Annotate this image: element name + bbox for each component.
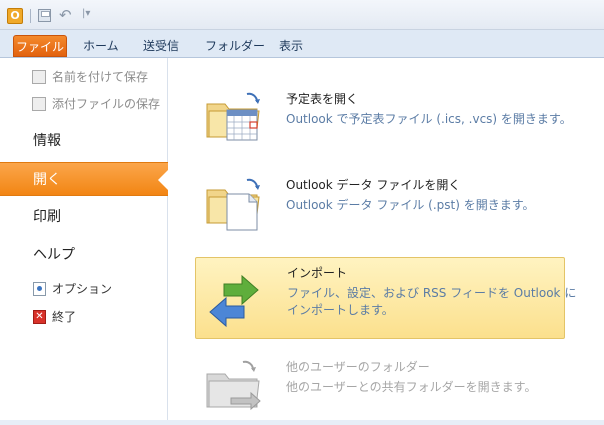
customize-toolbar-icon[interactable]: |▾ bbox=[82, 8, 90, 19]
open-calendar-title: 予定表を開く bbox=[286, 92, 359, 106]
import-desc: ファイル、設定、および RSS フィードを Outlook にインポートします。 bbox=[287, 286, 577, 317]
nav-exit-label: 終了 bbox=[52, 310, 77, 324]
nav-print[interactable]: 印刷 bbox=[0, 200, 168, 234]
nav-info-label: 情報 bbox=[33, 133, 61, 149]
other-user-folder-action[interactable]: 他のユーザーのフォルダー 他のユーザーとの共有フォルダーを開きます。 bbox=[195, 344, 565, 425]
exit-icon: ✕ bbox=[33, 310, 46, 324]
save-icon[interactable] bbox=[38, 9, 51, 22]
tab-home[interactable]: ホーム bbox=[83, 35, 119, 57]
nav-info[interactable]: 情報 bbox=[0, 124, 168, 158]
undo-icon[interactable]: ↶ bbox=[59, 6, 72, 24]
nav-open[interactable]: 開く bbox=[0, 162, 169, 196]
attachment-icon bbox=[32, 97, 46, 111]
options-icon bbox=[33, 282, 46, 296]
shared-folder-icon bbox=[206, 360, 261, 411]
tab-folder[interactable]: フォルダー bbox=[205, 35, 265, 57]
other-user-folder-text: 他のユーザーのフォルダー 他のユーザーとの共有フォルダーを開きます。 bbox=[286, 358, 576, 396]
data-file-folder-icon bbox=[206, 178, 260, 231]
import-action[interactable]: インポート ファイル、設定、および RSS フィードを Outlook にインポ… bbox=[195, 257, 576, 339]
nav-options-label: オプション bbox=[52, 282, 113, 296]
open-data-file-desc: Outlook データ ファイル (.pst) を開きます。 bbox=[286, 198, 535, 212]
backstage-nav: 名前を付けて保存 添付ファイルの保存 情報 開く 印刷 ヘルプ オプション ✕ … bbox=[0, 58, 169, 425]
ribbon-tabs: ファイル ホーム 送受信 フォルダー 表示 bbox=[0, 30, 604, 58]
nav-save-attachments-label: 添付ファイルの保存 bbox=[52, 97, 161, 111]
toolbar-separator bbox=[30, 9, 31, 23]
nav-options[interactable]: オプション bbox=[0, 278, 168, 300]
nav-save-as[interactable]: 名前を付けて保存 bbox=[0, 66, 168, 88]
nav-help-label: ヘルプ bbox=[33, 247, 75, 263]
outlook-app-icon[interactable]: O bbox=[7, 8, 23, 24]
calendar-folder-icon bbox=[206, 92, 260, 141]
open-calendar-action[interactable]: 予定表を開く Outlook で予定表ファイル (.ics, .vcs) を開き… bbox=[195, 76, 572, 158]
save-as-icon bbox=[32, 70, 46, 84]
other-user-folder-desc: 他のユーザーとの共有フォルダーを開きます。 bbox=[286, 380, 537, 394]
import-text: インポート ファイル、設定、および RSS フィードを Outlook にインポ… bbox=[287, 264, 577, 319]
open-calendar-desc: Outlook で予定表ファイル (.ics, .vcs) を開きます。 bbox=[286, 112, 572, 126]
import-arrows-icon bbox=[209, 274, 259, 328]
open-pane: 予定表を開く Outlook で予定表ファイル (.ics, .vcs) を開き… bbox=[169, 58, 604, 425]
open-data-file-action[interactable]: Outlook データ ファイルを開く Outlook データ ファイル (.p… bbox=[195, 162, 565, 244]
tab-send-receive[interactable]: 送受信 bbox=[143, 35, 179, 57]
open-calendar-text: 予定表を開く Outlook で予定表ファイル (.ics, .vcs) を開き… bbox=[286, 90, 576, 128]
nav-save-as-label: 名前を付けて保存 bbox=[52, 70, 149, 84]
quick-access-toolbar: O ↶ |▾ bbox=[0, 0, 604, 30]
other-user-folder-title: 他のユーザーのフォルダー bbox=[286, 360, 430, 374]
window-bottom-edge bbox=[0, 420, 604, 425]
nav-exit[interactable]: ✕ 終了 bbox=[0, 306, 168, 328]
tab-view[interactable]: 表示 bbox=[279, 35, 303, 57]
tab-file[interactable]: ファイル bbox=[13, 35, 67, 57]
import-title: インポート bbox=[287, 266, 348, 280]
nav-save-attachments[interactable]: 添付ファイルの保存 bbox=[0, 93, 168, 115]
nav-open-label: 開く bbox=[33, 172, 61, 188]
open-data-file-title: Outlook データ ファイルを開く bbox=[286, 178, 461, 192]
open-data-file-text: Outlook データ ファイルを開く Outlook データ ファイル (.p… bbox=[286, 176, 576, 214]
nav-print-label: 印刷 bbox=[33, 209, 61, 225]
nav-help[interactable]: ヘルプ bbox=[0, 238, 168, 272]
